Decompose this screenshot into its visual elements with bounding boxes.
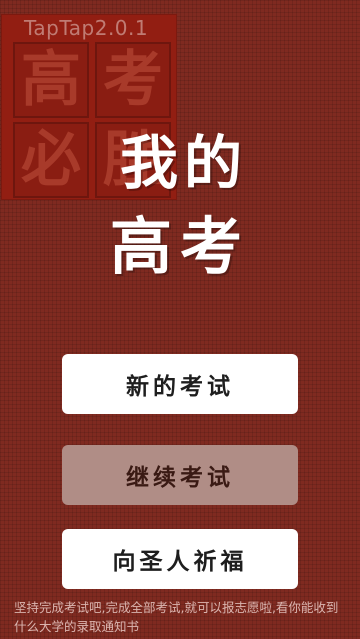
new-exam-button[interactable]: 新的考试 [62, 354, 298, 414]
seal-char: 高 [13, 42, 89, 118]
hint-text: 坚持完成考试吧,完成全部考试,就可以报志愿啦,看你能收到什么大学的录取通知书 [14, 600, 339, 634]
version-label: TapTap2.0.1 [24, 16, 149, 40]
seal-char: 必 [13, 122, 89, 198]
pray-to-sage-button[interactable]: 向圣人祈福 [62, 529, 298, 589]
game-title-line1: 我的 [119, 129, 248, 197]
game-title-line2: 高考 [109, 210, 250, 283]
seal-char: 考 [95, 42, 171, 118]
continue-exam-button[interactable]: 继续考试 [62, 445, 298, 505]
